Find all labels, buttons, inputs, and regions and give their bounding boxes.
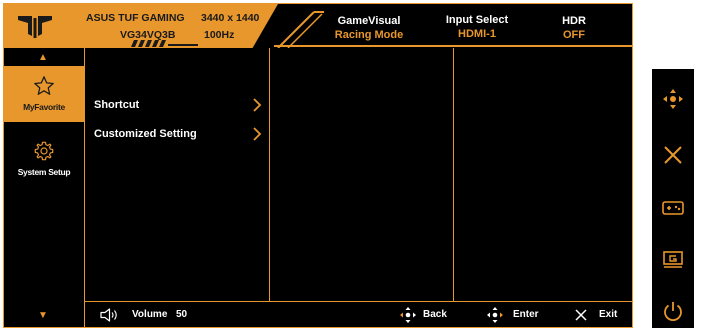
nav-up-arrow-icon[interactable]: ▲ [38,52,48,63]
menu-item-label: Shortcut [94,99,140,111]
chevron-right-icon [253,127,262,141]
menu-item-customized-setting[interactable]: Customized Setting [85,124,269,146]
gamevisual-value: Racing Mode [334,29,404,41]
joystick-enter-icon [487,307,503,323]
hatch-decoration [131,40,198,47]
header-bar: ASUS TUF GAMING 3440 x 1440 VG34VQ3B 100… [4,4,632,48]
input-select-status: Input Select HDMI-1 [432,13,522,41]
menu-column-3 [453,48,632,301]
close-icon [664,146,682,164]
footer-bar: Volume 50 Back Enter Exit [84,301,632,327]
volume-label: Volume [132,309,168,320]
nav-item-label: System Setup [17,167,71,177]
nav-down-arrow-icon[interactable]: ▼ [38,310,48,321]
back-button[interactable]: Back [398,305,458,325]
menu-item-shortcut[interactable]: Shortcut [85,95,269,117]
input-select-value: HDMI-1 [458,28,496,40]
gameplus-icon [663,251,683,268]
gamepad-icon [662,201,684,215]
brand-text: ASUS TUF GAMING [86,12,185,24]
hdr-label: HDR [562,15,586,27]
enter-button[interactable]: Enter [485,305,545,325]
hotkey-joystick[interactable] [652,79,694,119]
volume-value: 50 [176,309,188,320]
input-select-label: Input Select [445,14,509,26]
hotkey-gameplus[interactable] [652,240,694,280]
category-nav: ▲ MyFavorite System Setup [4,48,84,301]
hotkey-power[interactable] [652,291,694,331]
nav-item-system-setup[interactable]: System Setup [4,140,84,177]
hotkey-strip [652,69,694,328]
chevron-right-icon [253,98,262,112]
hdr-status: HDR OFF [544,14,604,42]
refresh-text: 100Hz [204,29,235,41]
menu-item-label: Customized Setting [94,128,197,140]
header-rule [274,45,632,47]
five-way-joystick-icon [663,89,683,109]
nav-item-myfavorite[interactable]: MyFavorite [4,66,84,122]
menu-column-2 [269,48,453,301]
power-icon [664,302,682,322]
enter-label: Enter [513,309,539,320]
gamevisual-status: GameVisual Racing Mode [324,14,414,42]
exit-button[interactable]: Exit [573,305,623,325]
speaker-icon [100,308,117,322]
menu-columns: Shortcut Customized Setting [84,48,632,301]
close-icon [575,309,587,321]
exit-label: Exit [599,309,618,320]
osd-menu: ASUS TUF GAMING 3440 x 1440 VG34VQ3B 100… [3,3,633,328]
back-label: Back [423,309,447,320]
joystick-back-icon [400,307,416,323]
hotkey-gamepad[interactable] [652,188,694,228]
gamevisual-label: GameVisual [337,15,401,27]
tuf-logo [4,4,66,48]
menu-column-1: Shortcut Customized Setting [84,48,269,301]
star-icon [34,76,54,95]
nav-item-label: MyFavorite [23,102,65,112]
header-slant-lines [277,11,324,48]
gear-icon [34,141,54,161]
tuf-logo-icon [18,16,52,38]
hdr-value: OFF [563,29,585,41]
hotkey-close[interactable] [652,135,694,175]
